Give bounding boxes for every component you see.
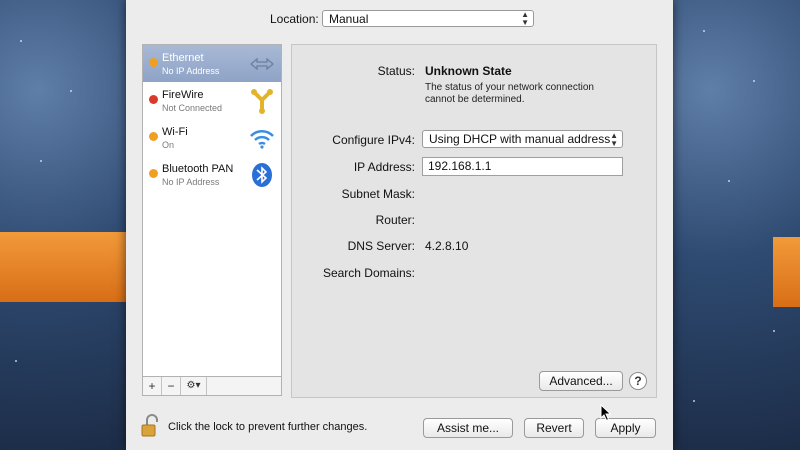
service-name: FireWire [162,89,204,101]
location-value: Manual [329,12,369,26]
router-label: Router: [375,213,415,227]
service-item-wifi[interactable]: Wi-Fi On [143,119,281,156]
ip-address-label: IP Address: [353,160,415,174]
configure-ipv4-select[interactable]: Using DHCP with manual address ▲ ▼ [422,130,623,148]
status-dot-icon [149,58,158,67]
gear-menu-button[interactable]: ⚙▾ [181,377,207,395]
location-label: Location: [270,12,319,26]
service-name: Wi-Fi [162,126,188,138]
desktop-background-left [0,0,126,450]
network-preferences-window: Location: Manual ▲ ▼ Ethernet No IP Addre… [126,0,673,450]
select-arrows-icon: ▲ ▼ [610,131,618,148]
service-name: Ethernet [162,52,204,64]
help-button[interactable]: ? [629,372,647,390]
lock-message: Click the lock to prevent further change… [168,421,368,433]
status-dot-icon [149,132,158,141]
service-name: Bluetooth PAN [162,163,234,175]
desktop-orange-band-right [773,237,800,307]
configure-ipv4-label: Configure IPv4: [332,133,415,147]
subnet-mask-label: Subnet Mask: [341,187,415,201]
location-select[interactable]: Manual ▲ ▼ [322,10,534,27]
desktop-background-right [673,0,800,450]
revert-button[interactable]: Revert [524,418,584,438]
select-arrows-icon: ▲ ▼ [521,10,529,27]
advanced-button[interactable]: Advanced... [539,371,623,391]
assist-me-button[interactable]: Assist me... [423,418,513,438]
status-label: Status: [377,64,415,78]
firewire-icon [251,89,273,114]
service-status: On [162,140,175,150]
dns-server-label: DNS Server: [347,239,415,253]
configure-ipv4-value: Using DHCP with manual address [429,132,611,146]
service-list-toolbar: + − ⚙▾ [143,376,281,395]
lock-icon[interactable] [139,414,163,438]
service-item-ethernet[interactable]: Ethernet No IP Address [143,45,281,82]
service-status: No IP Address [162,177,220,187]
service-list: Ethernet No IP Address FireWire Not Conn… [142,44,282,396]
add-service-button[interactable]: + [143,377,162,395]
service-item-bluetooth-pan[interactable]: Bluetooth PAN No IP Address [143,156,281,193]
status-dot-icon [149,169,158,178]
ip-address-field[interactable]: 192.168.1.1 [422,157,623,176]
status-description: The status of your network connection ca… [425,82,594,105]
desktop-orange-band-left [0,232,126,302]
dns-server-value: 4.2.8.10 [425,239,469,253]
network-detail-panel: Status: Unknown State The status of your… [291,44,657,398]
service-status: No IP Address [162,66,220,76]
remove-service-button[interactable]: − [162,377,181,395]
status-dot-icon [149,95,158,104]
mouse-cursor-icon [600,404,612,422]
service-item-firewire[interactable]: FireWire Not Connected [143,82,281,119]
ip-address-value: 192.168.1.1 [428,159,492,173]
status-value: Unknown State [425,64,512,78]
search-domains-label: Search Domains: [322,266,415,280]
service-status: Not Connected [162,103,223,113]
